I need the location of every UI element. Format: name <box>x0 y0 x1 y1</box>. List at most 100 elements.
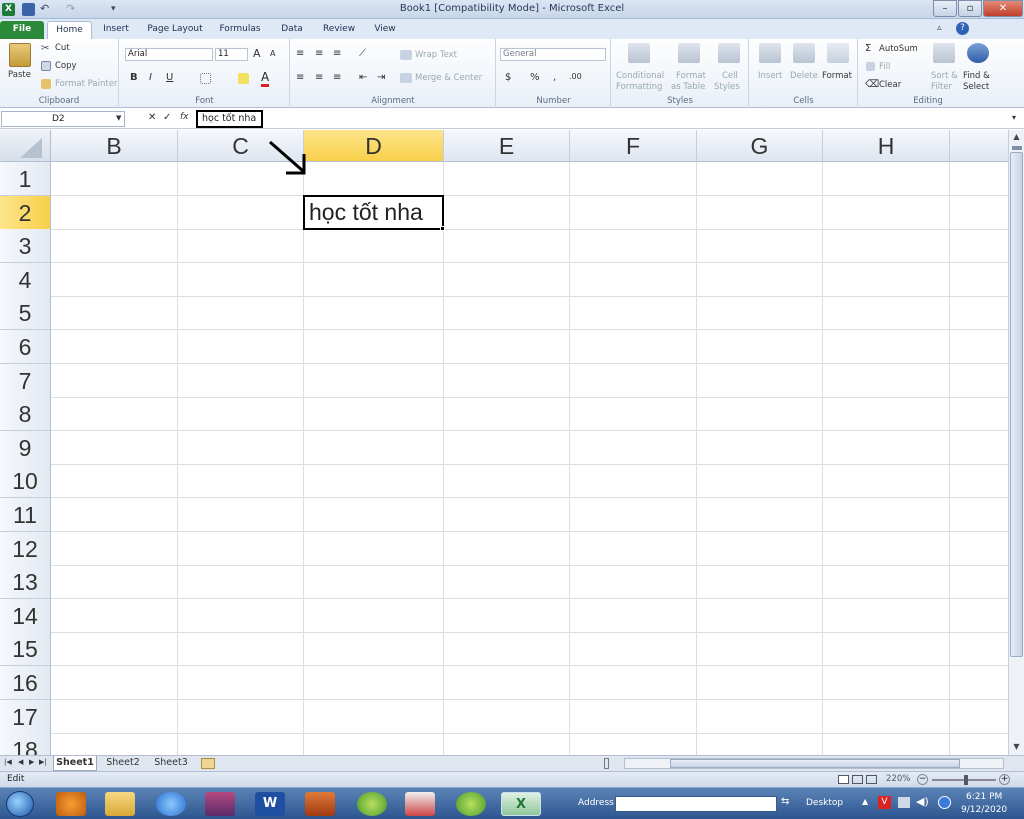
file-explorer-icon[interactable] <box>105 792 135 816</box>
tab-data[interactable]: Data <box>275 21 309 39</box>
copy-button[interactable]: Copy <box>55 61 77 71</box>
tab-page-layout[interactable]: Page Layout <box>143 21 207 39</box>
clock-time[interactable]: 6:21 PM <box>966 792 1002 802</box>
excel-taskbar-icon[interactable]: X <box>501 792 541 816</box>
antivirus-tray-icon[interactable]: V <box>878 796 891 809</box>
start-button-icon[interactable] <box>6 791 34 817</box>
media-player-icon[interactable] <box>56 792 86 816</box>
row-header-16[interactable]: 16 <box>0 666 51 700</box>
row-header-5[interactable]: 5 <box>0 296 51 330</box>
autosum-icon[interactable]: Σ <box>865 43 871 54</box>
first-sheet-icon[interactable]: |◀ <box>4 758 12 766</box>
borders-icon[interactable] <box>200 73 211 84</box>
last-sheet-icon[interactable]: ▶| <box>39 758 47 766</box>
address-input[interactable] <box>615 796 777 812</box>
sheet-tab-sheet1[interactable]: Sheet1 <box>53 756 97 771</box>
horizontal-scroll-thumb[interactable] <box>670 759 960 768</box>
bottom-align-icon[interactable]: ≡ <box>333 48 341 59</box>
winrar-icon[interactable] <box>205 792 235 816</box>
orientation-icon[interactable]: ⟋ <box>359 48 366 59</box>
column-header-g[interactable]: G <box>697 130 823 162</box>
format-painter-button[interactable]: Format Painter <box>55 79 117 89</box>
expand-formula-bar-icon[interactable]: ▾ <box>1012 113 1016 122</box>
tab-insert[interactable]: Insert <box>96 21 136 39</box>
insert-sheet-icon[interactable] <box>201 758 215 769</box>
bold-button[interactable]: B <box>130 72 138 83</box>
italic-button[interactable]: I <box>149 72 152 83</box>
number-format-select[interactable]: General <box>500 48 606 61</box>
percent-button[interactable]: % <box>530 72 540 83</box>
zoom-in-icon[interactable]: + <box>999 774 1010 785</box>
paste-icon[interactable] <box>9 43 31 67</box>
row-header-13[interactable]: 13 <box>0 565 51 599</box>
cell-d2[interactable]: học tốt nha <box>303 195 444 230</box>
app-icon-4[interactable] <box>456 792 486 816</box>
minimize-ribbon-icon[interactable]: ▵ <box>937 23 949 35</box>
top-align-icon[interactable]: ≡ <box>296 48 304 59</box>
horizontal-scrollbar[interactable] <box>624 758 1004 769</box>
find-select-button[interactable]: Find & <box>963 71 990 81</box>
merge-center-button[interactable]: Merge & Center <box>415 73 482 83</box>
app-icon-3[interactable] <box>405 792 435 816</box>
row-header-12[interactable]: 12 <box>0 532 51 566</box>
zoom-level[interactable]: 220% <box>886 774 910 784</box>
volume-tray-icon[interactable]: ◀) <box>916 795 929 808</box>
minimize-button[interactable]: – <box>933 0 957 17</box>
delete-cells-button[interactable]: Delete <box>790 71 818 81</box>
tab-file[interactable]: File <box>0 21 44 39</box>
font-name-select[interactable]: Arial <box>125 48 213 61</box>
row-header-2[interactable]: 2 <box>0 196 51 230</box>
column-header-e[interactable]: E <box>444 130 570 162</box>
tab-home[interactable]: Home <box>47 21 92 39</box>
align-left-icon[interactable]: ≡ <box>296 72 304 83</box>
next-sheet-icon[interactable]: ▶ <box>29 758 34 766</box>
clock-date[interactable]: 9/12/2020 <box>961 805 1007 815</box>
split-box-icon[interactable] <box>1012 146 1022 150</box>
row-header-4[interactable]: 4 <box>0 263 51 297</box>
page-break-view-icon[interactable] <box>866 775 877 784</box>
insert-function-icon[interactable]: fx <box>180 112 189 122</box>
name-box-dropdown-icon[interactable]: ▼ <box>116 114 121 122</box>
fill-button[interactable]: Fill <box>879 62 890 72</box>
sheet-tab-sheet2[interactable]: Sheet2 <box>101 756 145 771</box>
show-hidden-icons[interactable]: ▲ <box>862 797 868 806</box>
middle-align-icon[interactable]: ≡ <box>315 48 323 59</box>
increase-indent-icon[interactable]: ⇥ <box>377 72 385 83</box>
fill-handle[interactable] <box>440 226 445 231</box>
row-header-8[interactable]: 8 <box>0 397 51 431</box>
help-icon[interactable]: ? <box>956 22 969 35</box>
cut-button[interactable]: Cut <box>55 43 70 53</box>
network-tray-icon[interactable] <box>898 797 910 808</box>
column-header-d[interactable]: D <box>304 130 444 162</box>
row-header-17[interactable]: 17 <box>0 700 51 734</box>
normal-view-icon[interactable] <box>838 775 849 784</box>
word-icon[interactable]: W <box>255 792 285 816</box>
column-header-h[interactable]: H <box>823 130 950 162</box>
formula-input[interactable]: học tốt nha <box>196 110 263 128</box>
column-header-f[interactable]: F <box>570 130 697 162</box>
prev-sheet-icon[interactable]: ◀ <box>18 758 23 766</box>
row-header-15[interactable]: 15 <box>0 632 51 666</box>
sheet-tab-sheet3[interactable]: Sheet3 <box>149 756 193 771</box>
vertical-scrollbar[interactable]: ▲ ▼ <box>1008 130 1024 755</box>
paste-button[interactable]: Paste <box>8 70 31 80</box>
comma-button[interactable]: , <box>553 72 556 83</box>
sort-filter-button[interactable]: Sort & <box>931 71 958 81</box>
format-as-table-button[interactable]: Format <box>676 71 706 81</box>
font-color-icon[interactable]: A <box>261 70 270 87</box>
name-box[interactable]: D2 <box>1 111 125 127</box>
app-icon-1[interactable] <box>305 792 335 816</box>
wrap-text-button[interactable]: Wrap Text <box>415 50 457 60</box>
column-header-b[interactable]: B <box>51 130 178 162</box>
clear-button[interactable]: Clear <box>879 80 901 90</box>
column-header-partial[interactable] <box>950 130 1008 162</box>
tab-split-handle[interactable] <box>604 758 609 769</box>
row-header-10[interactable]: 10 <box>0 464 51 498</box>
maximize-button[interactable]: ▫ <box>958 0 982 17</box>
autosum-button[interactable]: AutoSum <box>879 44 918 54</box>
row-header-18[interactable]: 18 <box>0 733 51 755</box>
row-header-6[interactable]: 6 <box>0 330 51 364</box>
scroll-thumb[interactable] <box>1010 152 1023 657</box>
fill-color-icon[interactable] <box>238 73 249 84</box>
scroll-up-icon[interactable]: ▲ <box>1011 132 1022 144</box>
